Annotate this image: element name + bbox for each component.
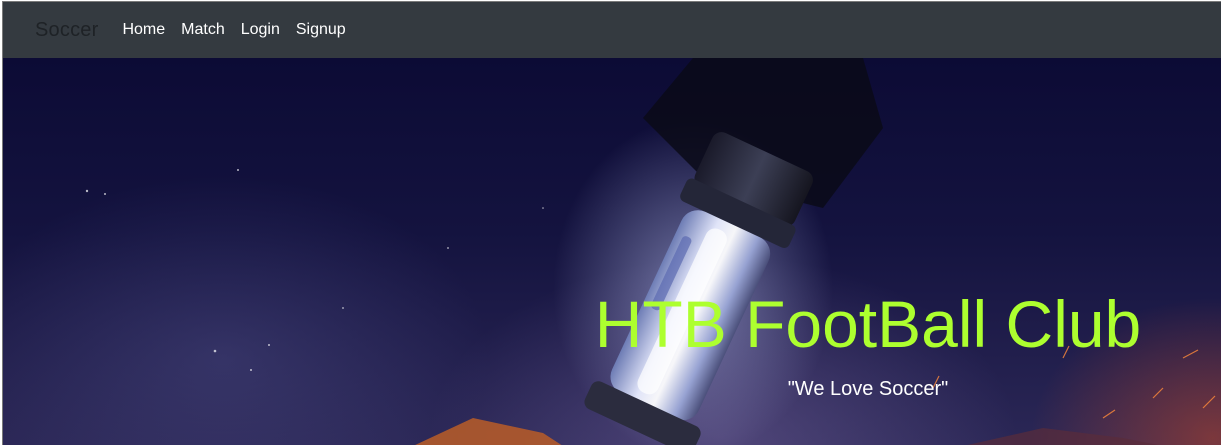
nav-link-login[interactable]: Login — [241, 21, 280, 39]
browser-viewport: Soccer Home Match Login Signup HTB FootB… — [2, 1, 1221, 445]
top-navbar: Soccer Home Match Login Signup — [3, 2, 1221, 58]
nav-link-home[interactable]: Home — [122, 21, 165, 39]
hero-subtitle: "We Love Soccer" — [787, 378, 949, 400]
nav-link-match[interactable]: Match — [181, 21, 225, 39]
hero-banner: HTB FootBall Club "We Love Soccer" — [3, 58, 1221, 445]
hero-title: HTB FootBall Club — [594, 287, 1142, 361]
nav-link-signup[interactable]: Signup — [296, 21, 346, 39]
brand-link[interactable]: Soccer — [35, 19, 98, 42]
